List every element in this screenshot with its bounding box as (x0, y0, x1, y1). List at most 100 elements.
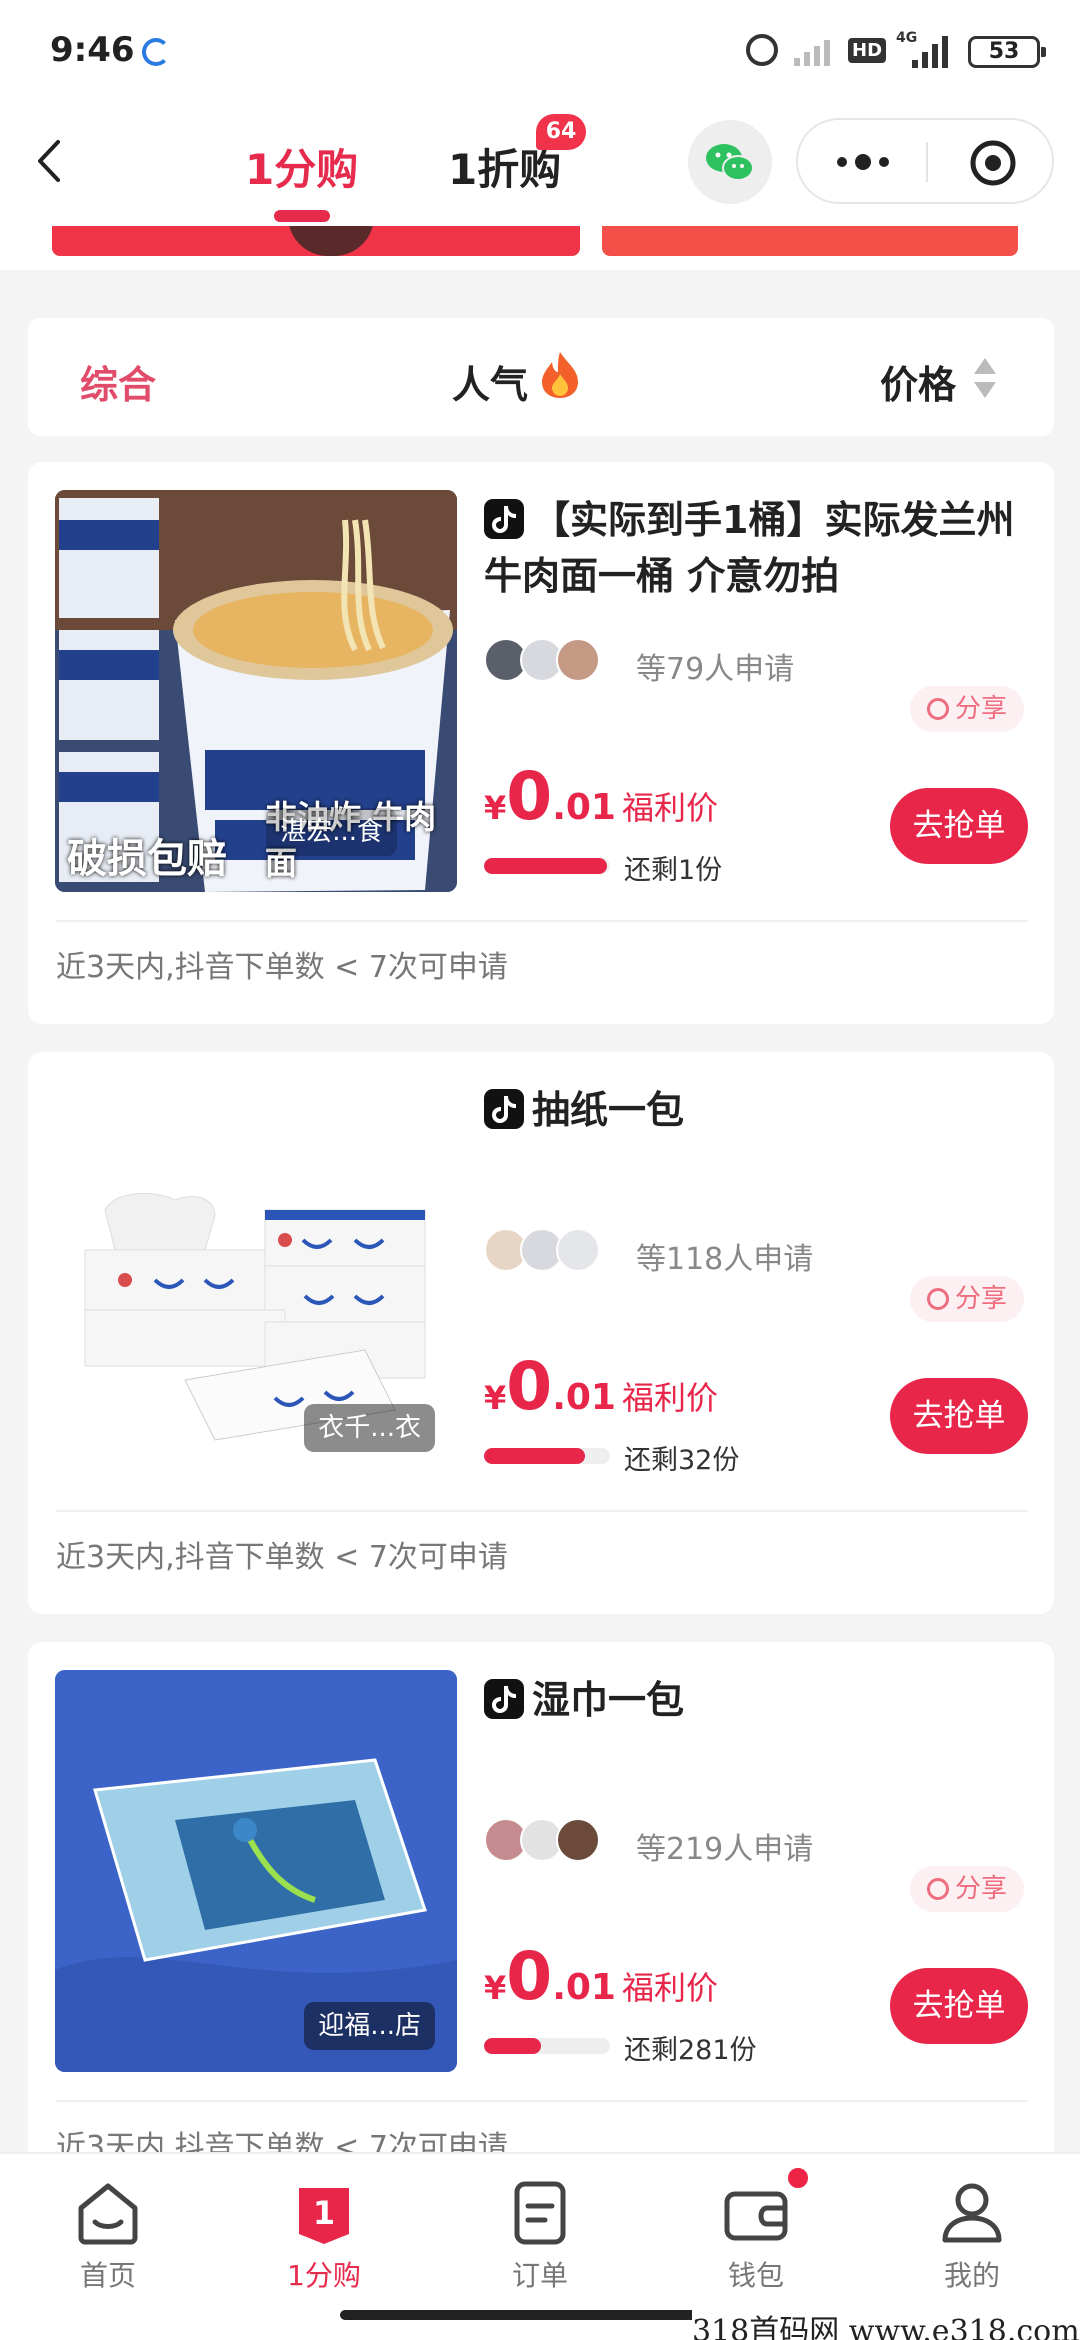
svg-text:1: 1 (313, 2194, 335, 2232)
wechat-share-button[interactable] (688, 120, 772, 204)
eligibility-rule: 近3天内,抖音下单数 < 7次可申请 (56, 1540, 508, 1575)
status-bar: 9:46 HD 4G 53 (0, 0, 1080, 100)
grab-order-button[interactable]: 去抢单 (890, 788, 1028, 864)
sync-icon (142, 38, 170, 66)
price-label: 福利价 (621, 1969, 718, 2007)
price-decimal: .01 (552, 1377, 616, 1418)
applicants-count: 等79人申请 (636, 652, 795, 687)
tab-badge: 64 (536, 114, 586, 150)
nav-wallet[interactable]: 钱包 (686, 2178, 826, 2294)
product-card[interactable]: 衣千...衣 抽纸一包 等118人申请 分享 ¥0.01 福利价 还剩32份 去抢… (28, 1052, 1054, 1614)
promo-damage-guarantee: 破损包赔 (67, 836, 227, 882)
nav-home[interactable]: 首页 (38, 2178, 178, 2294)
share-button[interactable]: 分享 (910, 1276, 1024, 1322)
price-label: 福利价 (621, 1379, 718, 1417)
nav-one-cent[interactable]: 1 1分购 (254, 2178, 394, 2294)
grab-order-button[interactable]: 去抢单 (890, 1378, 1028, 1454)
network-type: 4G (896, 30, 918, 46)
product-image-noodles[interactable]: 破损包赔 非油炸 牛肉面 湛宏...食 (55, 490, 457, 892)
store-tag: 衣千...衣 (304, 1404, 435, 1452)
store-tag: 湛宏...食 (266, 808, 397, 856)
alarm-icon (746, 34, 778, 66)
product-card[interactable]: 迎福...店 湿巾一包 等219人申请 分享 ¥0.01 福利价 还剩281份 去… (28, 1642, 1054, 2204)
nav-profile[interactable]: 我的 (902, 2178, 1042, 2294)
nav-one-cent-label: 1分购 (287, 2259, 361, 2292)
price-currency: ¥ (484, 1379, 507, 1417)
signal-weak-icon (794, 40, 830, 66)
applicants-count: 等219人申请 (636, 1832, 814, 1867)
price-integer: 0 (506, 758, 553, 835)
more-icon[interactable] (828, 148, 898, 176)
sort-general[interactable]: 综合 (80, 354, 156, 409)
douyin-icon (484, 1089, 524, 1129)
product-title[interactable]: 湿巾一包 (484, 1672, 1030, 1728)
tab-one-cent[interactable]: 1分购 (245, 136, 358, 197)
douyin-icon (484, 1679, 524, 1719)
one-cent-icon: 1 (299, 2188, 349, 2244)
card-divider (56, 2100, 1028, 2102)
active-tab-indicator (274, 210, 330, 222)
store-tag: 迎福...店 (304, 2002, 435, 2050)
price-decimal: .01 (552, 787, 616, 828)
share-button[interactable]: 分享 (910, 686, 1024, 732)
sort-arrows-icon[interactable] (972, 356, 998, 400)
watermark: 318首码网 www.e318.com (692, 2306, 1080, 2340)
product-image-tissue[interactable]: 衣千...衣 (55, 1080, 457, 1482)
status-time: 9:46 (50, 30, 135, 70)
stock-progress-bar (484, 1448, 610, 1464)
product-title-text: 抽纸一包 (532, 1088, 685, 1132)
back-arrow-icon[interactable] (30, 136, 70, 186)
applicants-count: 等118人申请 (636, 1242, 814, 1277)
banner-right[interactable] (602, 226, 1018, 256)
avatar (556, 638, 600, 682)
mini-program-capsule (796, 118, 1054, 204)
product-card[interactable]: 破损包赔 非油炸 牛肉面 湛宏...食 【实际到手1桶】实际发兰州牛肉面一桶 介… (28, 462, 1054, 1024)
share-label: 分享 (954, 694, 1007, 724)
banner-strip (0, 226, 1080, 270)
avatar (556, 1228, 600, 1272)
card-divider (56, 1510, 1028, 1512)
grab-order-button[interactable]: 去抢单 (890, 1968, 1028, 2044)
card-divider (56, 920, 1028, 922)
product-image-wipes[interactable]: 迎福...店 (55, 1670, 457, 2072)
order-icon (514, 2181, 566, 2245)
price-decimal: .01 (552, 1967, 616, 2008)
price-currency: ¥ (484, 1969, 507, 2007)
close-miniprogram-icon[interactable] (968, 138, 1018, 188)
sort-price[interactable]: 价格 (880, 354, 956, 409)
fire-icon (542, 352, 578, 398)
price-integer: 0 (506, 1348, 553, 1425)
remaining-stock: 还剩1份 (624, 855, 723, 886)
top-nav: 1分购 1折购 64 (0, 100, 1080, 226)
share-label: 分享 (954, 1874, 1007, 1904)
sort-popularity[interactable]: 人气 (452, 354, 528, 409)
stock-progress-fill (484, 858, 608, 874)
nav-wallet-label: 钱包 (727, 2259, 784, 2292)
applicant-avatars (484, 1818, 604, 1864)
price: ¥0.01 福利价 (484, 1938, 718, 2018)
wechat-icon (706, 144, 754, 181)
battery-icon: 53 (968, 36, 1046, 68)
home-indicator[interactable] (340, 2310, 740, 2320)
product-title[interactable]: 【实际到手1桶】实际发兰州牛肉面一桶 介意勿拍 (484, 492, 1030, 604)
applicant-avatars (484, 1228, 604, 1274)
sort-bar: 综合 人气 价格 (28, 318, 1054, 436)
stock-progress-fill (484, 2038, 541, 2054)
price-label: 福利价 (621, 789, 718, 827)
price: ¥0.01 福利价 (484, 1348, 718, 1428)
home-icon (78, 2183, 138, 2245)
nav-orders[interactable]: 订单 (470, 2178, 610, 2294)
banner-left[interactable] (52, 226, 580, 256)
share-button[interactable]: 分享 (910, 1866, 1024, 1912)
nav-profile-label: 我的 (943, 2259, 1000, 2292)
stock-progress-bar (484, 2038, 610, 2054)
hd-icon: HD (848, 38, 887, 63)
price: ¥0.01 福利价 (484, 758, 718, 838)
nav-orders-label: 订单 (511, 2259, 568, 2292)
wallet-notification-dot (786, 2166, 810, 2190)
price-currency: ¥ (484, 789, 507, 827)
product-title-text: 湿巾一包 (532, 1678, 685, 1722)
share-icon (926, 698, 949, 720)
douyin-icon (484, 499, 524, 539)
product-title[interactable]: 抽纸一包 (484, 1082, 1030, 1138)
